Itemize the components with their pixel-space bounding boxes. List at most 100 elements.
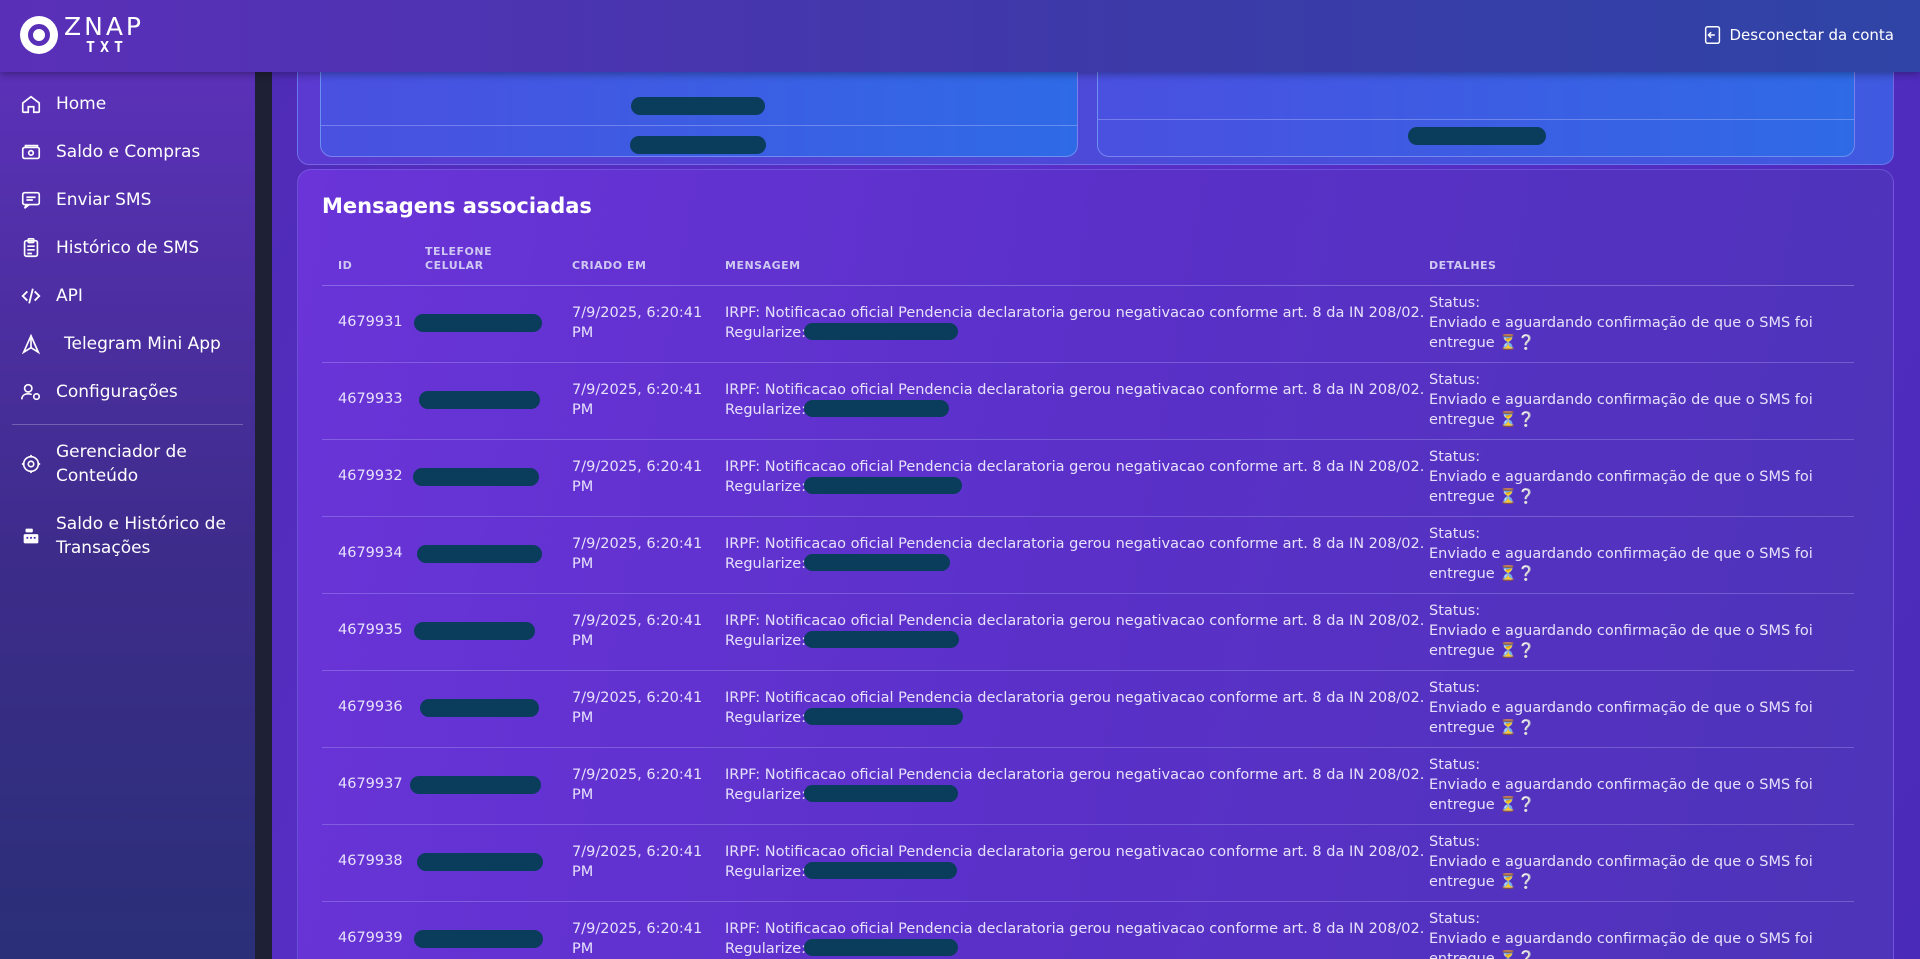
- message-id: 4679938: [338, 853, 403, 869]
- redacted-value: [631, 97, 765, 115]
- redacted-link: [804, 554, 951, 571]
- message-details: Status: Enviado e aguardando confirmação …: [1429, 601, 1849, 661]
- sidebar-item-label: Home: [56, 94, 107, 114]
- sidebar-item-transactions[interactable]: Saldo e Histórico de Transações: [20, 512, 235, 560]
- message-id: 4679931: [338, 314, 403, 330]
- message-id: 4679935: [338, 622, 403, 638]
- sidebar-item-label: Saldo e Compras: [56, 142, 201, 162]
- message-text: IRPF: Notificacao oficial Pendencia decl…: [725, 303, 1425, 343]
- panel-divider: [1098, 119, 1854, 120]
- redacted-phone: [419, 391, 540, 409]
- sidebar: Home Saldo e Compras Enviar SMS Históric…: [0, 72, 255, 959]
- message-id: 4679937: [338, 776, 403, 792]
- sidebar-item-sms-history[interactable]: Histórico de SMS: [20, 236, 245, 260]
- created-at: 7/9/2025, 6:20:41 PM: [572, 536, 703, 572]
- sidebar-item-label: API: [56, 286, 83, 306]
- redacted-link: [804, 400, 950, 417]
- sidebar-item-label: Gerenciador de Conteúdo: [56, 442, 187, 486]
- sidebar-item-telegram[interactable]: Telegram Mini App: [20, 332, 245, 356]
- message-details: Status: Enviado e aguardando confirmação …: [1429, 755, 1849, 815]
- message-text: IRPF: Notificacao oficial Pendencia decl…: [725, 688, 1425, 728]
- status-text: Enviado e aguardando confirmação de que …: [1429, 777, 1813, 813]
- logout-button[interactable]: Desconectar da conta: [1702, 24, 1894, 46]
- message-text: IRPF: Notificacao oficial Pendencia decl…: [725, 842, 1425, 882]
- logo-mark-icon: [20, 16, 58, 54]
- redacted-phone: [417, 853, 543, 871]
- status-label: Status:: [1429, 372, 1481, 388]
- table-row: 4679931 7/9/2025, 6:20:41 PM IRPF: Notific…: [322, 286, 1854, 363]
- sidebar-item-content-manager[interactable]: Gerenciador de Conteúdo: [20, 440, 235, 488]
- status-label: Status:: [1429, 911, 1481, 927]
- sidebar-item-label: Configurações: [56, 382, 178, 402]
- redacted-link: [804, 631, 960, 648]
- panel-divider: [321, 125, 1077, 126]
- message-details: Status: Enviado e aguardando confirmação …: [1429, 909, 1849, 959]
- message-text: IRPF: Notificacao oficial Pendencia decl…: [725, 611, 1425, 651]
- sidebar-item-settings[interactable]: Configurações: [20, 380, 245, 404]
- column-details: DETALHES: [1429, 259, 1497, 272]
- created-at: 7/9/2025, 6:20:41 PM: [572, 305, 703, 341]
- redacted-phone: [414, 622, 535, 640]
- status-text: Enviado e aguardando confirmação de que …: [1429, 546, 1813, 582]
- sidebar-item-send-sms[interactable]: Enviar SMS: [20, 188, 245, 212]
- column-message: MENSAGEM: [725, 259, 801, 272]
- home-icon: [21, 95, 41, 114]
- redacted-phone: [414, 930, 543, 948]
- redacted-value: [1408, 127, 1546, 145]
- redacted-link: [804, 708, 964, 725]
- top-bar: ZNAP TXT Desconectar da conta: [0, 0, 1920, 72]
- message-details: Status: Enviado e aguardando confirmação …: [1429, 832, 1849, 892]
- status-text: Enviado e aguardando confirmação de que …: [1429, 931, 1813, 959]
- redacted-phone: [414, 314, 542, 332]
- created-at: 7/9/2025, 6:20:41 PM: [572, 844, 703, 880]
- clipboard-icon: [23, 238, 39, 258]
- table-row: 4679932 7/9/2025, 6:20:41 PM IRPF: Notific…: [322, 440, 1854, 517]
- message-id: 4679939: [338, 930, 403, 946]
- table-row: 4679936 7/9/2025, 6:20:41 PM IRPF: Notific…: [322, 671, 1854, 748]
- status-text: Enviado e aguardando confirmação de que …: [1429, 700, 1813, 736]
- table-row: 4679934 7/9/2025, 6:20:41 PM IRPF: Notific…: [322, 517, 1854, 594]
- redacted-phone: [410, 776, 541, 794]
- brand-name: ZNAP: [64, 12, 145, 41]
- table-header: ID TELEFONE CELULAR CRIADO EM MENSAGEM D…: [322, 242, 1854, 286]
- status-label: Status:: [1429, 680, 1481, 696]
- sidebar-divider: [12, 424, 243, 425]
- message-id: 4679934: [338, 545, 403, 561]
- message-text: IRPF: Notificacao oficial Pendencia decl…: [725, 765, 1425, 805]
- redacted-phone: [417, 545, 542, 563]
- sidebar-item-home[interactable]: Home: [20, 92, 245, 116]
- sidebar-item-balance[interactable]: Saldo e Compras: [20, 140, 245, 164]
- sidebar-item-api[interactable]: API: [20, 284, 245, 308]
- user-settings-icon: [21, 383, 41, 401]
- redacted-link: [804, 939, 959, 956]
- message-text: IRPF: Notificacao oficial Pendencia decl…: [725, 919, 1425, 959]
- redacted-phone: [413, 468, 539, 486]
- created-at: 7/9/2025, 6:20:41 PM: [572, 459, 703, 495]
- message-id: 4679936: [338, 699, 403, 715]
- table-row: 4679937 7/9/2025, 6:20:41 PM IRPF: Notific…: [322, 748, 1854, 825]
- message-details: Status: Enviado e aguardando confirmação …: [1429, 293, 1849, 353]
- messages-title: Mensagens associadas: [322, 194, 592, 218]
- redacted-link: [804, 323, 959, 340]
- telegram-icon: [21, 333, 41, 355]
- sidebar-item-label: Histórico de SMS: [56, 238, 200, 258]
- created-at: 7/9/2025, 6:20:41 PM: [572, 921, 703, 957]
- status-label: Status:: [1429, 526, 1481, 542]
- created-at: 7/9/2025, 6:20:41 PM: [572, 613, 703, 649]
- column-created: CRIADO EM: [572, 259, 647, 272]
- cash-register-icon: [23, 528, 39, 544]
- table-row: 4679933 7/9/2025, 6:20:41 PM IRPF: Notific…: [322, 363, 1854, 440]
- status-label: Status:: [1429, 449, 1481, 465]
- brand-logo[interactable]: ZNAP TXT: [20, 14, 160, 58]
- column-phone: TELEFONE CELULAR: [425, 245, 493, 272]
- message-text: IRPF: Notificacao oficial Pendencia decl…: [725, 457, 1425, 497]
- redacted-link: [804, 785, 959, 802]
- message-details: Status: Enviado e aguardando confirmação …: [1429, 447, 1849, 507]
- message-text: IRPF: Notificacao oficial Pendencia decl…: [725, 380, 1425, 420]
- brand-sub: TXT: [86, 38, 129, 56]
- sidebar-item-label: Enviar SMS: [56, 190, 152, 210]
- status-label: Status:: [1429, 757, 1481, 773]
- message-details: Status: Enviado e aguardando confirmação …: [1429, 524, 1849, 584]
- status-text: Enviado e aguardando confirmação de que …: [1429, 854, 1813, 890]
- sidebar-edge: [255, 72, 272, 959]
